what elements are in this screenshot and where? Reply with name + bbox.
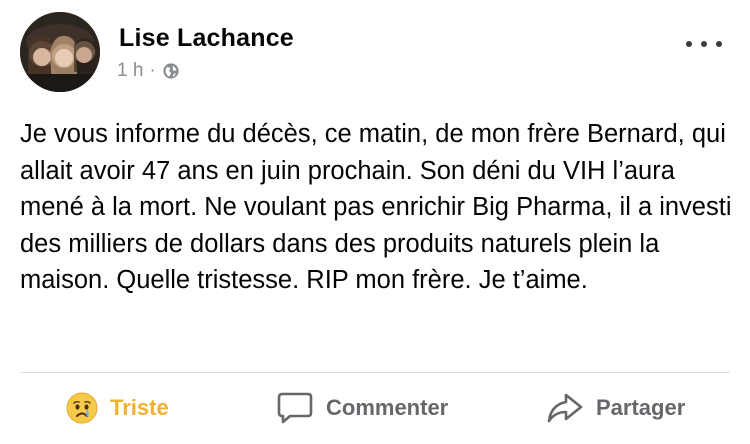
more-options-icon bbox=[716, 41, 722, 47]
share-label: Partager bbox=[596, 395, 686, 420]
post-time[interactable]: 1 h bbox=[117, 60, 143, 82]
action-bar: Triste Commenter Partager bbox=[0, 386, 750, 430]
comment-bubble-icon bbox=[277, 392, 313, 424]
reaction-button[interactable]: Triste bbox=[66, 386, 169, 430]
more-options-icon bbox=[686, 41, 692, 47]
facebook-post: Lise Lachance 1 h · Je vous informe du d… bbox=[0, 0, 750, 444]
sad-face-icon bbox=[66, 392, 98, 424]
post-text: Je vous informe du décès, ce matin, de m… bbox=[20, 120, 732, 294]
more-options-button[interactable] bbox=[686, 34, 722, 54]
reaction-label: Triste bbox=[110, 395, 169, 420]
author-name[interactable]: Lise Lachance bbox=[119, 24, 294, 53]
comment-button[interactable]: Commenter bbox=[276, 386, 448, 430]
more-options-icon bbox=[701, 41, 707, 47]
globe-icon[interactable] bbox=[162, 62, 180, 80]
share-button[interactable]: Partager bbox=[546, 386, 685, 430]
comment-label: Commenter bbox=[326, 395, 449, 420]
divider bbox=[20, 372, 730, 373]
share-arrow-icon bbox=[547, 393, 583, 423]
meta-separator: · bbox=[149, 60, 156, 81]
post-meta: 1 h · bbox=[117, 60, 180, 82]
author-avatar[interactable] bbox=[20, 12, 100, 92]
avatar-photo-icon bbox=[20, 12, 100, 92]
